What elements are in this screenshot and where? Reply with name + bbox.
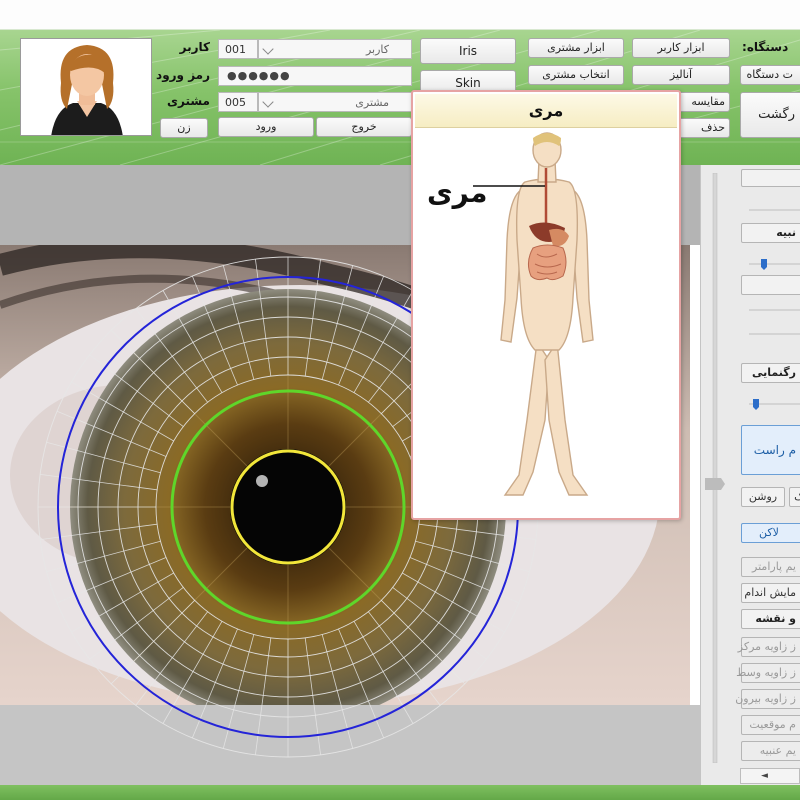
back-button[interactable]: رگشت [740,92,800,138]
customer-avatar [20,38,152,136]
iris-grid-spoke [353,621,414,724]
vertical-slider[interactable] [705,173,725,763]
device-settings-button[interactable]: ت دستگاه [740,65,800,85]
iris-grid-spoke [89,354,184,427]
right-control-panel: نبیه رگنمایی م راست روشن ک لاکن یم پارام… [700,165,800,785]
device-label: :دستگاه [742,40,789,54]
chevron-down-icon [262,43,274,55]
customer-select[interactable]: مشتری [258,92,412,112]
show-organ-button[interactable]: مایش اندام [741,583,800,603]
iris-grid-spoke [71,381,174,442]
panel-blank-button[interactable] [741,275,800,295]
panel-slider-4[interactable] [749,327,800,341]
customer-tools-button[interactable]: ابزار مشتری [528,38,624,58]
iris-grid-spoke [368,611,441,706]
exit-button[interactable]: خروج [316,117,412,137]
iris-grid-spoke [135,611,208,706]
iris-grid-spoke [110,329,195,414]
position-button[interactable]: م موقعیت [741,715,800,735]
spot-button[interactable]: لاکن [741,523,800,543]
iris-grid-spoke [162,290,223,393]
iris-grid-spoke [381,600,466,685]
iris-button[interactable]: Iris [420,38,516,64]
k-button[interactable]: ک [789,487,800,507]
user-select-value: کاربر [365,43,389,56]
iris-settings-button[interactable]: یم عنبیه [741,741,800,761]
panel-slider-5[interactable] [749,397,800,411]
female-avatar-icon [21,39,151,135]
iris-side-button[interactable]: نبیه [741,223,800,243]
window-top-strip [0,0,800,30]
light-button[interactable]: روشن [741,487,785,507]
user-select[interactable]: کاربر [258,39,412,59]
horizontal-scrollbar[interactable]: ◄ [740,768,800,784]
out-angle-button[interactable]: ز زاویه بیرون [735,689,800,709]
user-tools-button[interactable]: ابزار کاربر [632,38,730,58]
login-button[interactable]: ورود [218,117,314,137]
chevron-down-icon [262,96,274,108]
gender-button[interactable]: زن [160,118,208,138]
iris-grid-spoke [135,308,208,403]
password-field[interactable]: ●●●●●● [218,66,412,86]
parameter-button[interactable]: یم پارامتر [741,557,800,577]
iridology-app-window: کاربر رمز ورود مشتری 001 کاربر ●●●●●● 00… [0,0,800,800]
iris-grid-spoke [353,290,414,393]
select-customer-button[interactable]: انتخاب مشتری [528,65,624,85]
iris-grid-spoke [89,587,184,660]
iris-grid-spoke [402,572,505,633]
password-label: رمز ورود [156,68,210,82]
collarette-circle [170,389,406,625]
organ-popup: مری مری [411,90,681,520]
organ-label: مری [427,176,488,209]
status-bar [0,785,800,800]
customer-select-value: مشتری [355,96,389,109]
user-code-field[interactable]: 001 [218,39,258,59]
iris-grid-spoke [71,572,174,633]
panel-slider-1[interactable] [749,203,800,217]
color-view-button[interactable]: رگنمایی [741,363,800,383]
customer-code-field[interactable]: 005 [218,92,258,112]
scroll-left-icon[interactable]: ◄ [761,771,768,781]
iris-grid-spoke [392,587,487,660]
panel-slider-3[interactable] [749,303,800,317]
pupil-circle [230,449,346,565]
mid-angle-button[interactable]: ز زاویه وسط [736,663,800,683]
popup-title: مری [415,94,677,128]
customer-label: مشتری [166,94,210,108]
analyze-button[interactable]: آنالیز [632,65,730,85]
map-button[interactable]: و نقشه [741,609,800,629]
panel-slider-2[interactable] [749,257,800,271]
panel-top-button[interactable] [741,169,800,187]
right-eye-button[interactable]: م راست [741,425,800,475]
iris-grid-spoke [110,600,195,685]
center-angle-button[interactable]: ز زاویه مرکز [738,637,800,657]
iris-grid-spoke [162,621,223,724]
user-label: کاربر [179,40,210,54]
